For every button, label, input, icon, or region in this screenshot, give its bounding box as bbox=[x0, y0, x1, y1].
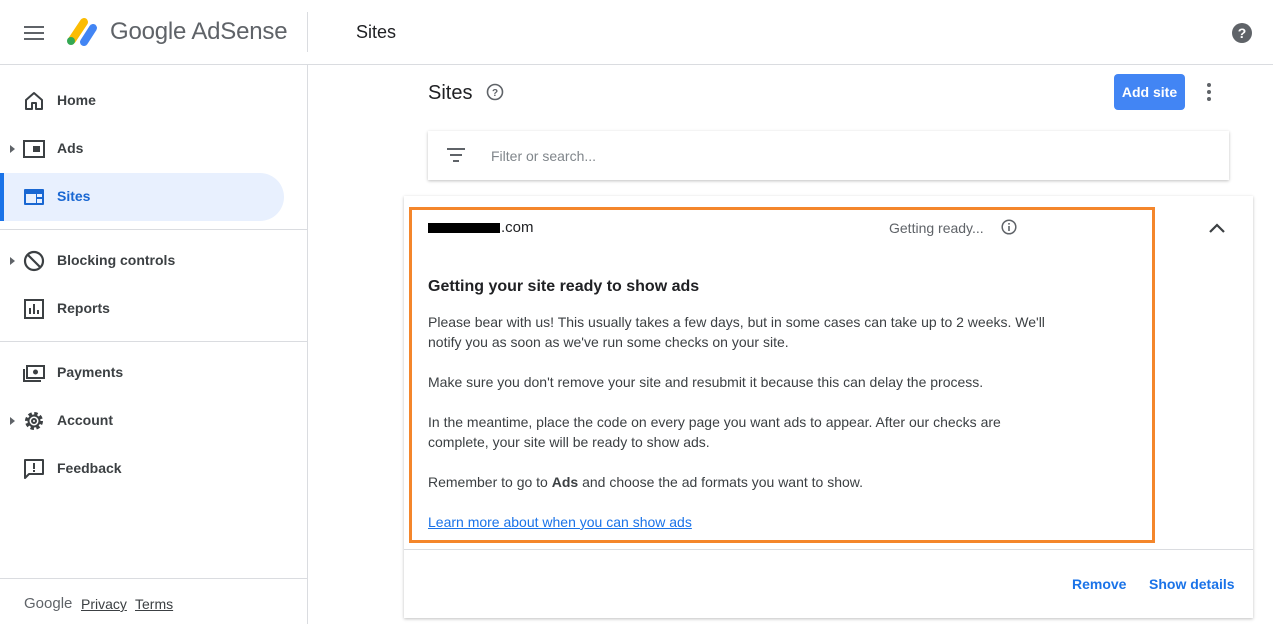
paragraph-text: and choose the ad formats you want to sh… bbox=[578, 474, 864, 490]
privacy-link[interactable]: Privacy bbox=[81, 596, 127, 612]
ads-bold-text: Ads bbox=[551, 474, 579, 490]
sidebar-item-label: Blocking controls bbox=[57, 252, 176, 268]
sidebar-item-reports[interactable]: Reports bbox=[0, 285, 284, 333]
svg-text:?: ? bbox=[1238, 25, 1247, 41]
sidebar-item-label: Ads bbox=[57, 140, 84, 156]
filter-bar bbox=[428, 131, 1229, 180]
brand-name: Google AdSense bbox=[110, 18, 288, 45]
learn-more-link[interactable]: Learn more about when you can show ads bbox=[428, 514, 692, 530]
block-icon bbox=[23, 250, 45, 272]
sidebar-item-ads[interactable]: Ads bbox=[0, 125, 284, 173]
sidebar-item-label: Feedback bbox=[57, 460, 122, 476]
info-paragraph: Remember to go to Ads and choose the ad … bbox=[428, 472, 1078, 492]
show-details-button[interactable]: Show details bbox=[1149, 576, 1235, 592]
menu-icon[interactable] bbox=[22, 22, 46, 44]
search-input[interactable] bbox=[491, 144, 1191, 168]
ads-icon bbox=[23, 140, 45, 158]
more-vert-icon[interactable] bbox=[1198, 80, 1220, 104]
feedback-icon bbox=[24, 459, 44, 479]
sidebar-item-label: Payments bbox=[57, 364, 124, 380]
help-icon[interactable]: ? bbox=[1230, 21, 1254, 45]
sidebar-item-home[interactable]: Home bbox=[0, 77, 284, 125]
sidebar-item-blocking-controls[interactable]: Blocking controls bbox=[0, 237, 284, 285]
card-divider bbox=[404, 549, 1253, 550]
terms-link[interactable]: Terms bbox=[135, 596, 173, 612]
sidebar-divider bbox=[0, 229, 307, 230]
expand-arrow-icon[interactable] bbox=[10, 257, 15, 265]
filter-icon[interactable] bbox=[446, 147, 466, 163]
info-paragraph: Please bear with us! This usually takes … bbox=[428, 314, 1045, 350]
payments-icon bbox=[23, 365, 45, 382]
sidebar-divider bbox=[0, 341, 307, 342]
card-heading: Getting your site ready to show ads bbox=[428, 278, 700, 295]
add-site-button[interactable]: Add site bbox=[1114, 74, 1185, 110]
sidebar-item-label: Account bbox=[57, 412, 113, 428]
reports-icon bbox=[24, 299, 44, 319]
sidebar-item-label: Home bbox=[57, 92, 96, 108]
sidebar-item-label: Reports bbox=[57, 300, 110, 316]
active-indicator bbox=[0, 173, 4, 221]
chevron-up-icon[interactable] bbox=[1206, 218, 1228, 238]
header-divider bbox=[307, 12, 308, 52]
help-outline-icon[interactable]: ? bbox=[486, 83, 504, 101]
home-icon bbox=[25, 92, 43, 110]
info-paragraph: Make sure you don't remove your site and… bbox=[428, 374, 984, 390]
remove-button[interactable]: Remove bbox=[1072, 576, 1126, 592]
gear-icon bbox=[25, 412, 43, 430]
sidebar-item-payments[interactable]: Payments bbox=[0, 349, 284, 397]
info-paragraph: In the meantime, place the code on every… bbox=[428, 414, 1001, 450]
sidebar-item-feedback[interactable]: Feedback bbox=[0, 445, 284, 493]
sidebar-item-label: Sites bbox=[57, 188, 91, 204]
expand-arrow-icon[interactable] bbox=[10, 417, 15, 425]
svg-text:?: ? bbox=[492, 88, 498, 99]
sidebar-item-account[interactable]: Account bbox=[0, 397, 284, 445]
sidebar-item-sites[interactable]: Sites bbox=[0, 173, 284, 221]
top-app-bar: Google AdSense Sites ? bbox=[0, 0, 1273, 65]
adsense-logo[interactable] bbox=[64, 16, 100, 48]
google-footer-logo: Google bbox=[24, 595, 73, 612]
sites-icon bbox=[24, 189, 44, 205]
sidebar: Home Ads Sites Blocking controls Reports… bbox=[0, 65, 308, 624]
page-title: Sites bbox=[428, 82, 473, 104]
header-page-title: Sites bbox=[356, 22, 397, 42]
paragraph-text: Remember to go to bbox=[428, 474, 552, 490]
sidebar-footer: Google Privacy Terms bbox=[0, 578, 307, 624]
site-card: .com Getting ready... Getting your site … bbox=[404, 196, 1253, 618]
expand-arrow-icon[interactable] bbox=[10, 145, 15, 153]
